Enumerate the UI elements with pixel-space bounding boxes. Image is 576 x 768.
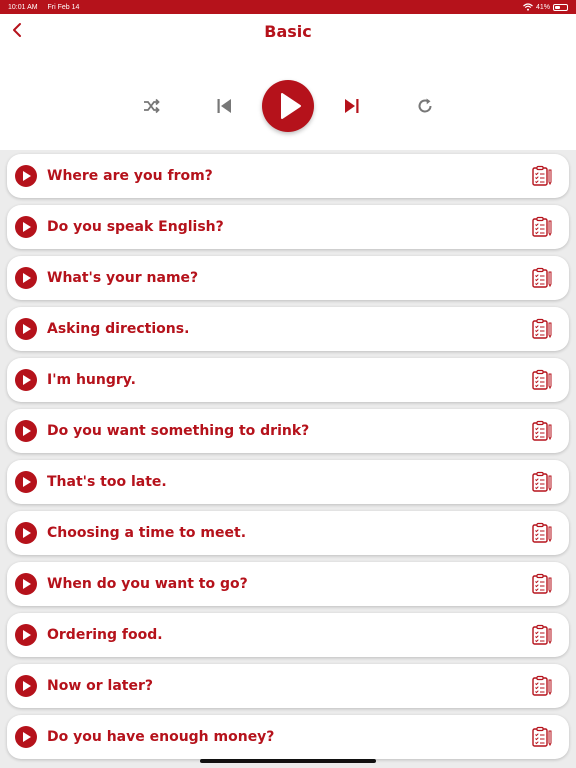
skip-next-icon[interactable] [342, 96, 362, 116]
play-icon [23, 579, 31, 589]
play-circle-icon[interactable] [15, 165, 37, 187]
phrase-label: Do you have enough money? [47, 729, 275, 745]
phrase-label: Now or later? [47, 678, 153, 694]
phrase-row[interactable]: Do you have enough money? [7, 715, 569, 759]
phrase-label: Choosing a time to meet. [47, 525, 247, 541]
skip-previous-icon[interactable] [214, 96, 234, 116]
phrase-row[interactable]: Do you speak English? [7, 205, 569, 249]
phrase-label: Where are you from? [47, 168, 213, 184]
clipboard-icon[interactable] [531, 420, 553, 442]
clipboard-icon[interactable] [531, 471, 553, 493]
play-icon [23, 222, 31, 232]
phrase-label: That's too late. [47, 474, 167, 490]
play-icon [23, 375, 31, 385]
phrase-label: When do you want to go? [47, 576, 248, 592]
play-circle-icon[interactable] [15, 522, 37, 544]
battery-fill [555, 5, 560, 9]
clipboard-icon[interactable] [531, 267, 553, 289]
shuffle-icon[interactable] [141, 96, 161, 116]
phrase-row[interactable]: When do you want to go? [7, 562, 569, 606]
clipboard-icon[interactable] [531, 624, 553, 646]
status-time: 10:01 AM [8, 3, 38, 11]
status-date: Fri Feb 14 [47, 3, 80, 11]
phrase-row[interactable]: Choosing a time to meet. [7, 511, 569, 555]
play-icon [23, 477, 31, 487]
repeat-icon[interactable] [415, 96, 435, 116]
battery-icon [553, 3, 568, 11]
play-circle-icon[interactable] [15, 624, 37, 646]
phrase-row[interactable]: Asking directions. [7, 307, 569, 351]
phrase-row[interactable]: Do you want something to drink? [7, 409, 569, 453]
phrase-label: Ordering food. [47, 627, 163, 643]
play-button[interactable] [262, 80, 314, 132]
clipboard-icon[interactable] [531, 216, 553, 238]
phrase-row[interactable]: Ordering food. [7, 613, 569, 657]
play-circle-icon[interactable] [15, 471, 37, 493]
play-icon [23, 732, 31, 742]
clipboard-icon[interactable] [531, 573, 553, 595]
home-indicator[interactable] [200, 759, 376, 763]
play-circle-icon[interactable] [15, 318, 37, 340]
phrase-row[interactable]: Where are you from? [7, 154, 569, 198]
phrase-row[interactable]: That's too late. [7, 460, 569, 504]
phrase-row[interactable]: What's your name? [7, 256, 569, 300]
play-icon [23, 171, 31, 181]
clipboard-icon[interactable] [531, 675, 553, 697]
page-title: Basic [264, 22, 312, 41]
play-icon [23, 528, 31, 538]
phrase-label: Asking directions. [47, 321, 190, 337]
play-circle-icon[interactable] [15, 420, 37, 442]
play-icon [23, 630, 31, 640]
play-icon [23, 426, 31, 436]
clipboard-icon[interactable] [531, 165, 553, 187]
play-circle-icon[interactable] [15, 267, 37, 289]
header: Basic [0, 14, 576, 150]
clipboard-icon[interactable] [531, 522, 553, 544]
phrase-row[interactable]: I'm hungry. [7, 358, 569, 402]
play-icon [23, 273, 31, 283]
phrase-label: Do you speak English? [47, 219, 224, 235]
phrase-label: Do you want something to drink? [47, 423, 310, 439]
play-icon [281, 93, 301, 119]
play-circle-icon[interactable] [15, 216, 37, 238]
phrase-label: I'm hungry. [47, 372, 136, 388]
play-circle-icon[interactable] [15, 369, 37, 391]
battery-percent: 41% [535, 3, 550, 11]
clipboard-icon[interactable] [531, 726, 553, 748]
clipboard-icon[interactable] [531, 369, 553, 391]
clipboard-icon[interactable] [531, 318, 553, 340]
play-icon [23, 681, 31, 691]
phrase-row[interactable]: Now or later? [7, 664, 569, 708]
play-circle-icon[interactable] [15, 573, 37, 595]
wifi-icon [523, 3, 533, 11]
play-icon [23, 324, 31, 334]
play-circle-icon[interactable] [15, 726, 37, 748]
phrase-label: What's your name? [47, 270, 199, 286]
play-circle-icon[interactable] [15, 675, 37, 697]
status-bar: 10:01 AM Fri Feb 14 41% [0, 0, 576, 14]
